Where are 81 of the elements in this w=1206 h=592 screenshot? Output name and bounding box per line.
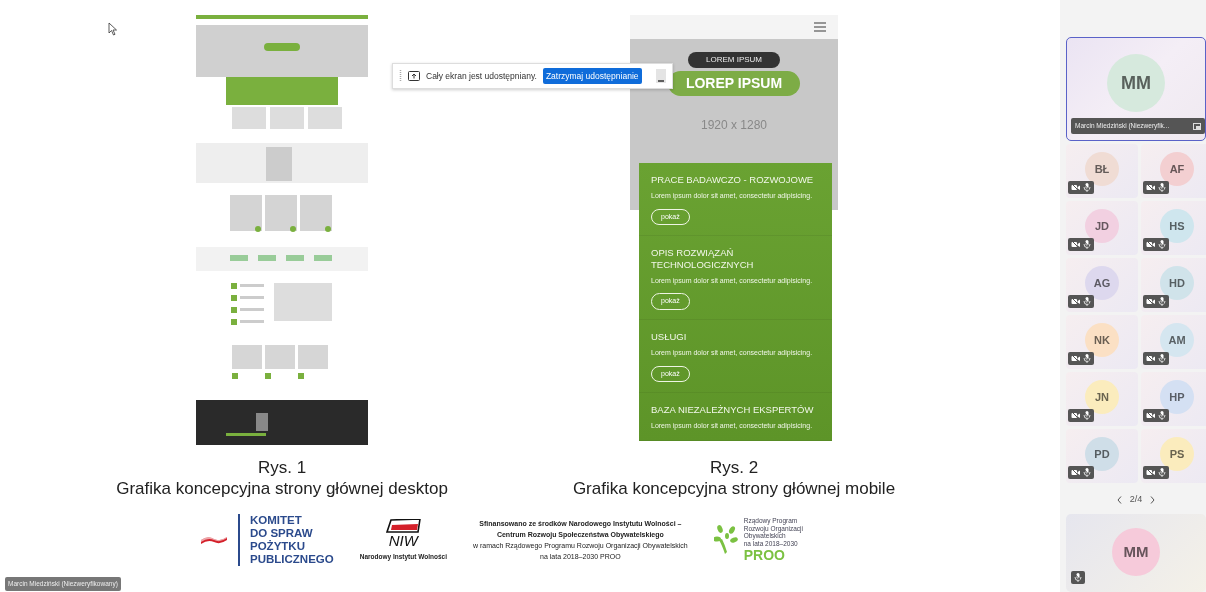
mic-off-icon [1083,296,1091,306]
mic-off-icon [1083,239,1091,249]
participant-tile[interactable]: NK [1066,314,1138,369]
chevron-right-icon [1150,495,1156,504]
flag-emblem-icon [385,518,422,533]
avatar: PS [1160,436,1194,471]
minimize-button[interactable] [655,69,666,83]
avatar: PD [1085,436,1119,471]
avatar: AG [1085,265,1119,300]
avatar: MM [1112,528,1160,577]
mic-off-icon [1083,353,1091,363]
camera-off-icon [1071,467,1080,477]
mic-off-icon [1158,296,1166,306]
camera-off-icon [1146,296,1155,306]
camera-off-icon [1071,182,1080,192]
participant-tile[interactable]: AF [1141,143,1206,198]
committee-logo-text: KOMITET DO SPRAW POŻYTKU PUBLICZNEGO [238,514,334,566]
niw-logo-text: NIW [388,532,418,548]
avatar: BŁ [1085,151,1119,186]
participant-tile[interactable]: AM [1141,314,1206,369]
avatar: AF [1160,151,1194,186]
camera-off-icon [1146,467,1155,477]
stop-sharing-button[interactable]: Zatrzymaj udostępnianie [542,67,642,85]
participant-tile[interactable]: JD [1066,200,1138,255]
mic-off-icon [1158,467,1166,477]
participant-tile[interactable]: BŁ [1066,143,1138,198]
avatar: HP [1160,379,1194,414]
participant-tile[interactable]: PD [1066,428,1138,483]
camera-off-icon [1146,182,1155,192]
drag-handle-icon[interactable] [399,70,402,82]
mic-off-icon [1083,467,1091,477]
next-page-button[interactable] [1150,495,1156,504]
participant-tile[interactable]: HS [1141,200,1206,255]
section-title: PRACE BADAWCZO - ROZWOJOWE [651,174,815,186]
camera-off-icon [1146,410,1155,420]
mic-off-icon [1158,353,1166,363]
camera-off-icon [1071,239,1080,249]
mic-off-icon [1158,410,1166,420]
cursor-icon [108,22,118,36]
image-size-label: 1920 x 1280 [700,117,768,134]
section-title: OPIS ROZWIĄZAŃ TECHNOLOGICZNYCH [651,246,755,271]
avatar: MM [1107,54,1165,112]
share-screen-icon [408,71,420,81]
avatar: JN [1085,379,1119,414]
avatar: NK [1085,322,1119,357]
participant-tile[interactable]: AG [1066,257,1138,312]
section-title: BAZA NIEZALEŻNYCH EKSPERTÓW [651,403,815,416]
menu-icon [814,22,826,32]
camera-off-icon [1071,410,1080,420]
hero-tag: LOREM IPSUM [688,52,780,68]
section-title: USŁUGI [651,331,688,343]
mic-off-icon [1158,182,1166,192]
figure-caption: Grafika koncepcyjna strony głównej mobile [572,478,896,499]
figure-caption: Grafika koncepcyjna strony głównej desktop [116,478,448,499]
camera-off-icon [1071,353,1080,363]
avatar: HD [1160,265,1194,300]
avatar: AM [1160,322,1194,357]
proo-logo-text: PROO [743,547,786,563]
screen-share-icon [1193,122,1201,130]
camera-off-icon [1146,353,1155,363]
mic-off-icon [1083,182,1091,192]
chevron-left-icon [1116,495,1122,504]
avatar: HS [1160,208,1194,243]
camera-off-icon [1071,296,1080,306]
page-indicator: 2/4 [1129,492,1143,506]
participant-tile[interactable]: HP [1141,371,1206,426]
minimize-icon [657,79,664,83]
mic-off-icon [1158,239,1166,249]
avatar: JD [1085,208,1119,243]
participant-tile[interactable]: PS [1141,428,1206,483]
camera-off-icon [1146,239,1155,249]
flag-icon [200,534,228,546]
mic-off-icon [1083,410,1091,420]
participant-tile[interactable]: JN [1066,371,1138,426]
hero-title: LOREP IPSUM [667,71,801,96]
previous-page-button[interactable] [1116,495,1122,504]
participant-tile[interactable]: HD [1141,257,1206,312]
share-status-text: Cały ekran jest udostępniany. [426,69,537,83]
figure-number: Rys. 2 [709,457,759,478]
flower-logo-icon [713,525,738,555]
figure-number: Rys. 1 [257,457,307,478]
